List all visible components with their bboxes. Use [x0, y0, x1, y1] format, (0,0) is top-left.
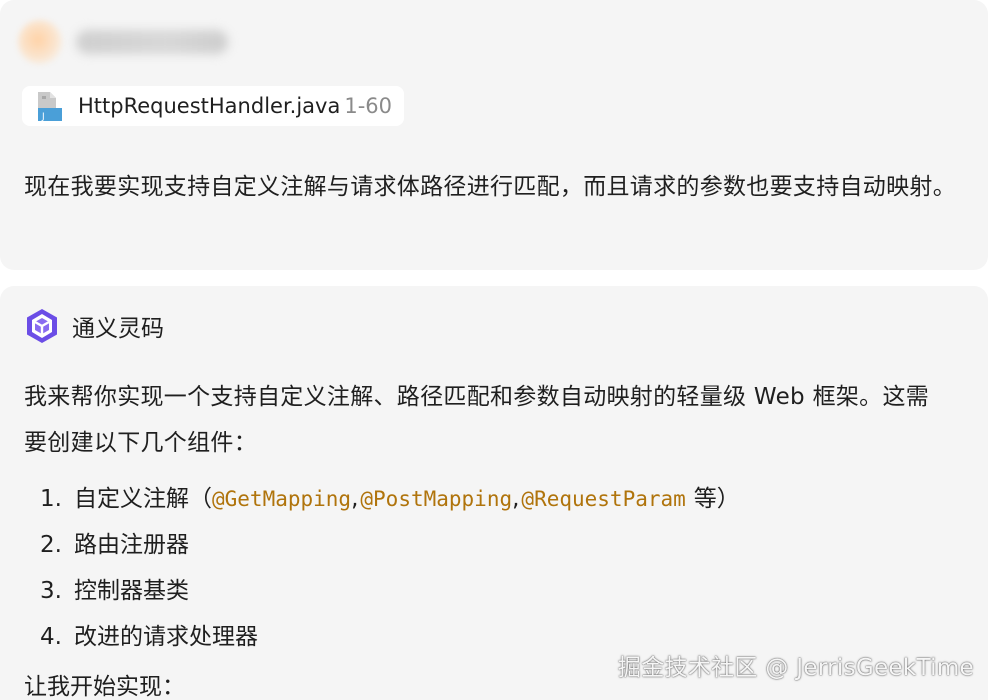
list-item: 2. 路由注册器 [40, 522, 740, 568]
inline-code: @GetMapping [212, 487, 352, 511]
list-item: 3. 控制器基类 [40, 568, 740, 614]
chat-page: J HttpRequestHandler.java 1-60 现在我要实现支持自… [0, 0, 994, 700]
assistant-outro-text: 让我开始实现： [24, 674, 185, 700]
list-item-label: 控制器基类 [74, 578, 189, 604]
list-item-number: 1. [40, 486, 62, 512]
inline-code: @RequestParam [521, 487, 686, 511]
watermark: 掘金技术社区 @ JerrisGeekTime [617, 655, 974, 681]
user-avatar [18, 20, 62, 64]
user-header [18, 20, 228, 64]
list-item-number: 4. [40, 624, 62, 650]
list-item-label: 路由注册器 [74, 532, 189, 558]
tongyi-lingma-logo-icon [27, 309, 57, 343]
user-message-text: 现在我要实现支持自定义注解与请求体路径进行匹配，而且请求的参数也要支持自动映射。 [24, 174, 956, 200]
assistant-intro-text: 我来帮你实现一个支持自定义注解、路径匹配和参数自动映射的轻量级 Web 框架。这… [24, 384, 930, 456]
user-message-card: J HttpRequestHandler.java 1-60 现在我要实现支持自… [0, 0, 988, 270]
list-item-suffix: 等） [693, 486, 740, 512]
assistant-name: 通义灵码 [72, 316, 164, 342]
file-attachment-chip[interactable]: J HttpRequestHandler.java 1-60 [22, 86, 404, 126]
list-item: 1. 自定义注解（ @GetMapping , @PostMapping , @… [40, 476, 740, 522]
user-name-redacted [76, 30, 228, 54]
attachment-file-name: HttpRequestHandler.java [78, 94, 341, 118]
list-item-number: 3. [40, 578, 62, 604]
attachment-line-range: 1-60 [344, 94, 392, 118]
java-file-icon: J [38, 92, 62, 122]
list-item-prefix: 自定义注解（ [74, 486, 212, 512]
inline-code: @PostMapping [360, 487, 513, 511]
implementation-steps-list: 1. 自定义注解（ @GetMapping , @PostMapping , @… [40, 476, 740, 660]
assistant-message-card: 通义灵码 我来帮你实现一个支持自定义注解、路径匹配和参数自动映射的轻量级 Web… [0, 286, 988, 700]
list-item-separator: , [512, 486, 520, 512]
assistant-header: 通义灵码 [22, 306, 164, 346]
list-item-number: 2. [40, 532, 62, 558]
svg-text:J: J [41, 112, 45, 122]
list-item-label: 改进的请求处理器 [74, 624, 258, 650]
list-item-separator: , [351, 486, 359, 512]
